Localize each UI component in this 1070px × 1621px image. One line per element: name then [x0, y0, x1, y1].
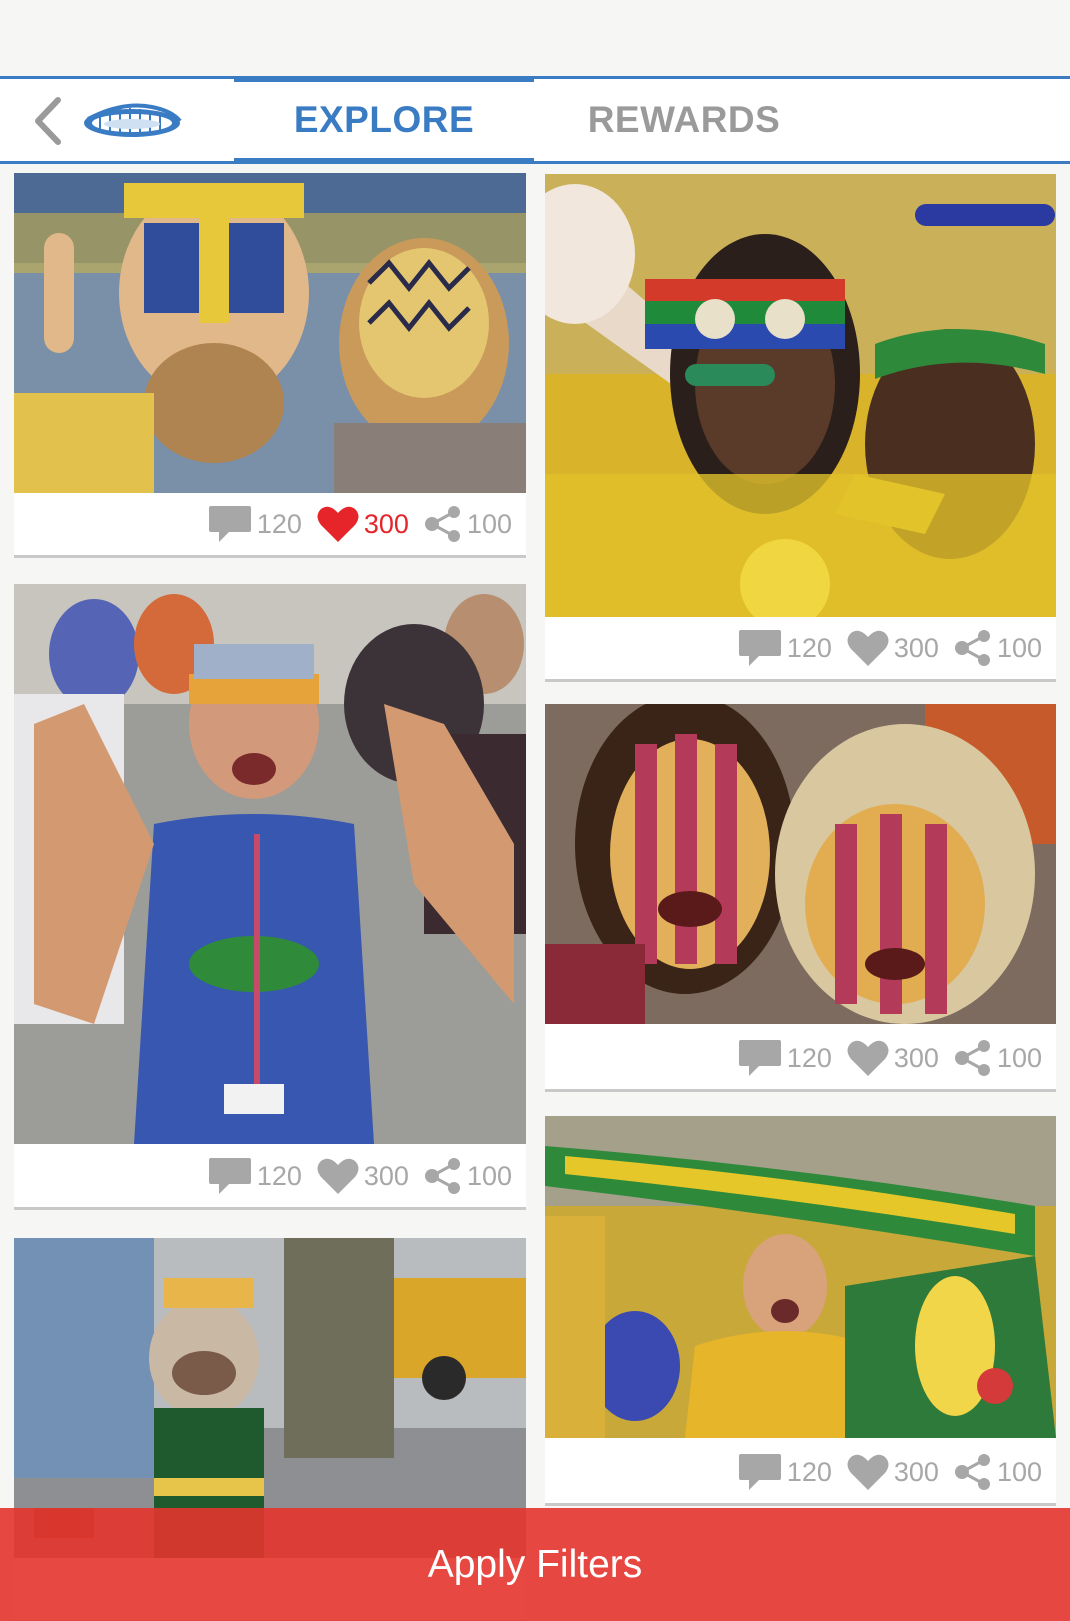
comment-icon — [738, 630, 781, 666]
engagement-stats: 120 300 100 — [14, 1145, 526, 1207]
share-count-value: 100 — [466, 1160, 512, 1191]
like-count[interactable]: 300 — [316, 504, 409, 544]
feed-photo[interactable] — [545, 704, 1056, 1024]
like-count-value: 300 — [363, 508, 409, 539]
tab-rewards[interactable]: REWARDS — [534, 79, 834, 161]
share-count[interactable]: 100 — [423, 1156, 512, 1196]
heart-icon — [317, 506, 359, 542]
feed-card[interactable]: 120 300 100 — [14, 173, 526, 558]
feed-photo[interactable] — [545, 1116, 1056, 1438]
share-count-value: 100 — [996, 1456, 1042, 1487]
share-icon — [424, 1158, 460, 1194]
stadium-logo-icon — [84, 103, 182, 137]
engagement-stats: 120 300 100 — [14, 493, 526, 555]
comment-icon — [208, 506, 251, 542]
share-icon — [954, 1454, 990, 1490]
engagement-stats: 120 300 100 — [545, 617, 1056, 679]
comment-count[interactable]: 120 — [737, 1452, 832, 1492]
feed-photo[interactable] — [14, 584, 526, 1144]
back-chevron-icon — [35, 97, 61, 145]
heart-icon — [847, 630, 889, 666]
feed-card[interactable]: 120 300 100 — [545, 1116, 1056, 1506]
apply-filters-label: Apply Filters — [427, 1542, 643, 1586]
share-count[interactable]: 100 — [953, 628, 1042, 668]
like-count-value: 300 — [363, 1160, 409, 1191]
comment-icon — [738, 1040, 781, 1076]
like-count[interactable]: 300 — [846, 1038, 939, 1078]
comment-count[interactable]: 120 — [207, 1156, 302, 1196]
comment-count[interactable]: 120 — [737, 628, 832, 668]
comment-count-value: 120 — [786, 632, 832, 663]
share-icon — [424, 506, 460, 542]
feed-card[interactable]: 120 300 100 — [545, 704, 1056, 1092]
engagement-stats: 120 300 100 — [545, 1027, 1056, 1089]
comment-count-value: 120 — [786, 1456, 832, 1487]
heart-icon — [847, 1040, 889, 1076]
comment-count[interactable]: 120 — [207, 504, 302, 544]
feed-card[interactable]: 120 300 100 — [14, 584, 526, 1210]
comment-icon — [738, 1454, 781, 1490]
share-icon — [954, 630, 990, 666]
like-count[interactable]: 300 — [316, 1156, 409, 1196]
apply-filters-button[interactable]: Apply Filters — [0, 1508, 1070, 1621]
heart-icon — [317, 1158, 359, 1194]
tab-explore[interactable]: EXPLORE — [234, 76, 534, 164]
comment-count-value: 120 — [256, 1160, 302, 1191]
like-count-value: 300 — [893, 1456, 939, 1487]
app-screen: EXPLORE REWARDS 120 300 100 120 300 100 … — [0, 0, 1070, 1621]
like-count[interactable]: 300 — [846, 1452, 939, 1492]
status-bar-area — [0, 0, 1070, 76]
feed-photo[interactable] — [545, 174, 1056, 617]
share-count[interactable]: 100 — [423, 504, 512, 544]
comment-count-value: 120 — [256, 508, 302, 539]
share-count[interactable]: 100 — [953, 1038, 1042, 1078]
feed-card[interactable]: 120 300 100 — [545, 174, 1056, 682]
like-count-value: 300 — [893, 1042, 939, 1073]
share-count[interactable]: 100 — [953, 1452, 1042, 1492]
comment-count-value: 120 — [786, 1042, 832, 1073]
back-button[interactable] — [24, 93, 72, 149]
share-icon — [954, 1040, 990, 1076]
share-count-value: 100 — [996, 1042, 1042, 1073]
share-count-value: 100 — [996, 632, 1042, 663]
comment-icon — [208, 1158, 251, 1194]
comment-count[interactable]: 120 — [737, 1038, 832, 1078]
like-count-value: 300 — [893, 632, 939, 663]
share-count-value: 100 — [466, 508, 512, 539]
top-navigation-bar: EXPLORE REWARDS — [0, 76, 1070, 164]
engagement-stats: 120 300 100 — [545, 1441, 1056, 1503]
like-count[interactable]: 300 — [846, 628, 939, 668]
heart-icon — [847, 1454, 889, 1490]
feed-photo[interactable] — [14, 173, 526, 493]
